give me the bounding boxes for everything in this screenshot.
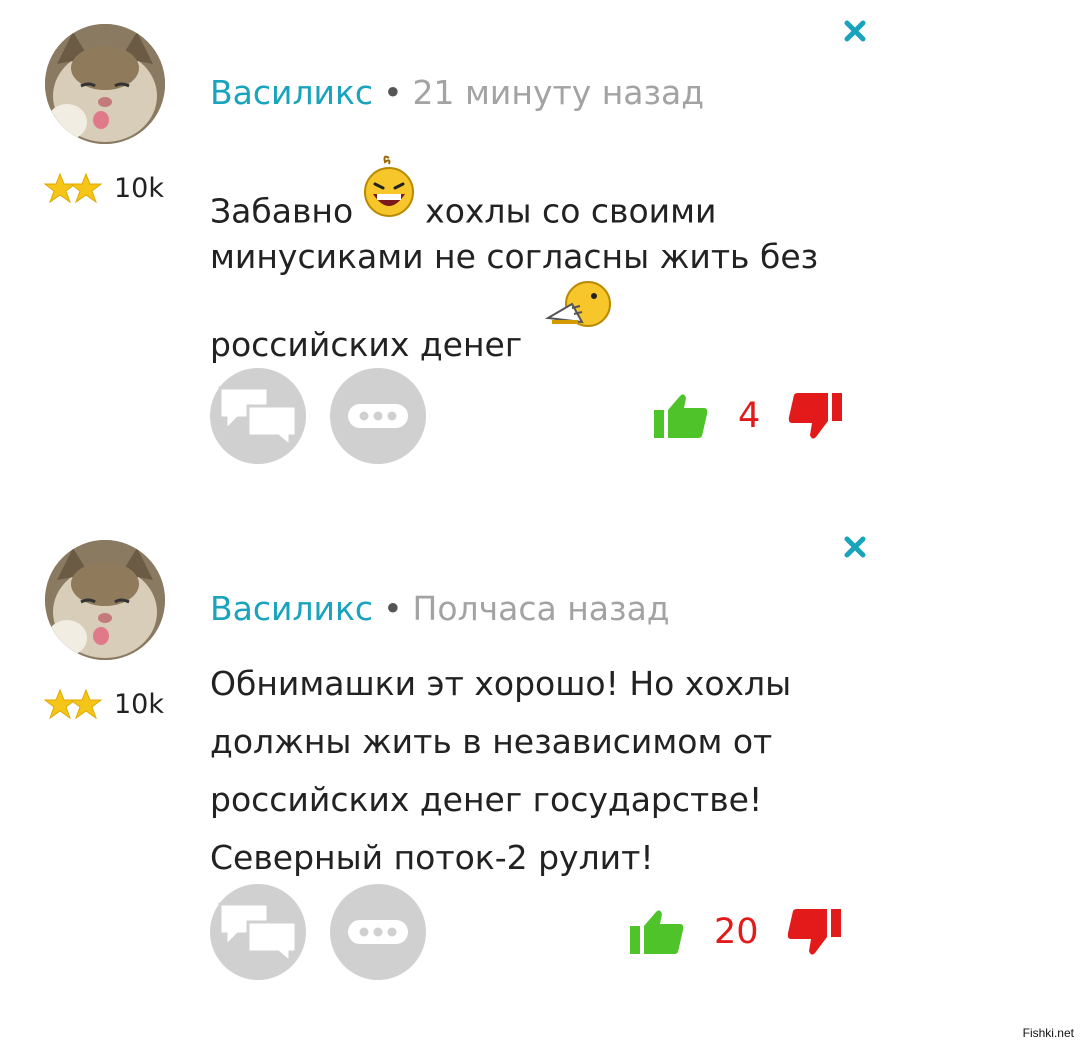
like-button[interactable] [652, 392, 708, 440]
rating-stars [44, 689, 102, 719]
close-button[interactable] [838, 530, 872, 564]
comment-text-line: Забавно [210, 191, 354, 231]
speech-bubbles-icon [218, 386, 298, 450]
vote-controls: 20 [628, 904, 843, 960]
speech-bubbles-icon [218, 902, 298, 966]
user-rating: 10k [44, 170, 164, 206]
comment: 10k Василикс • Полчаса назад Обнимашки эт … [0, 516, 1080, 1016]
laughing-smiley-icon [361, 154, 417, 240]
close-icon [844, 20, 866, 42]
comment-text-line: должны жить в независимом от [210, 722, 773, 761]
thumbs-down-icon [789, 393, 843, 439]
dislike-button[interactable] [787, 907, 843, 957]
meta-separator: • [383, 73, 403, 112]
rating-value: 10k [114, 688, 164, 720]
comment-text-line: минусиками не согласны жить без [210, 237, 819, 276]
vote-score: 20 [714, 912, 759, 952]
author-name[interactable]: Василикс [210, 73, 373, 112]
reply-button[interactable] [210, 884, 306, 980]
user-rating: 10k [44, 686, 164, 722]
star-icon [70, 173, 102, 203]
avatar[interactable] [45, 24, 165, 144]
comment-text-line: Северный поток-2 рулит! [210, 838, 654, 877]
comment-text-line: хохлы со своими [425, 191, 717, 231]
watermark: Fishki.net [1022, 1026, 1074, 1040]
comment-time: 21 минуту назад [412, 73, 705, 112]
close-icon [844, 536, 866, 558]
thumbs-down-icon [787, 909, 841, 955]
comment-actions [210, 884, 450, 980]
thumbs-up-icon [654, 394, 708, 438]
ellipsis-icon [348, 920, 408, 944]
comment-meta: Василикс • Полчаса назад [210, 586, 670, 632]
comment-text-line: российских денег [210, 325, 523, 364]
avatar[interactable] [45, 540, 165, 660]
comment-time: Полчаса назад [412, 589, 670, 628]
comment-text: Обнимашки эт хорошо! Но хохлы должны жит… [210, 655, 850, 887]
more-button[interactable] [330, 368, 426, 464]
star-icon [70, 689, 102, 719]
meta-separator: • [383, 589, 403, 628]
like-button[interactable] [628, 908, 684, 956]
comment-text: Забавно хохлы со своими минусиками не со… [210, 155, 850, 374]
comment: 10k Василикс • 21 минуту назад Забавно хох… [0, 0, 1080, 500]
rating-value: 10k [114, 172, 164, 204]
comment-text-line: российских денег государстве! [210, 780, 763, 819]
close-button[interactable] [838, 14, 872, 48]
comment-actions [210, 368, 450, 464]
dislike-button[interactable] [788, 391, 844, 441]
vote-score: 4 [738, 396, 761, 436]
vote-controls: 4 [652, 388, 844, 444]
rating-stars [44, 173, 102, 203]
author-name[interactable]: Василикс [210, 589, 373, 628]
comment-text-line: Обнимашки эт хорошо! Но хохлы [210, 664, 792, 703]
reply-button[interactable] [210, 368, 306, 464]
crying-smiley-icon [542, 278, 614, 352]
ellipsis-icon [348, 404, 408, 428]
comment-meta: Василикс • 21 минуту назад [210, 70, 704, 116]
more-button[interactable] [330, 884, 426, 980]
thumbs-up-icon [630, 910, 684, 954]
